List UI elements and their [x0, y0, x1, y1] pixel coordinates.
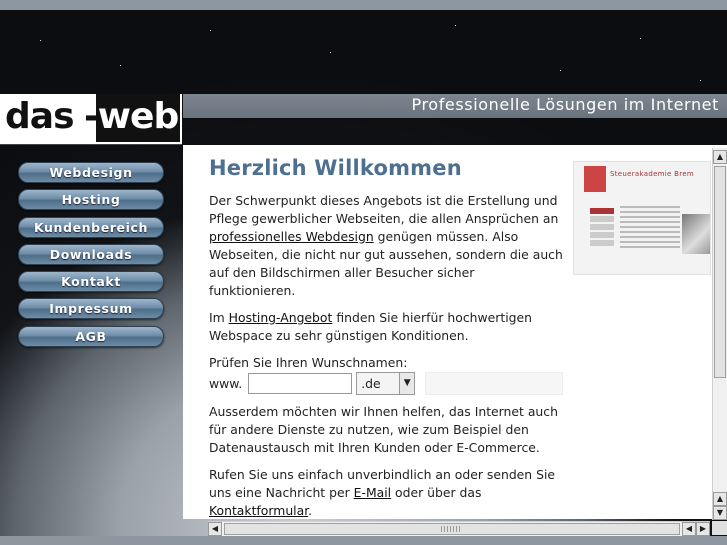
- horizontal-scrollbar[interactable]: ◀ ◀ ▶: [208, 521, 710, 536]
- scroll-grip-icon: [441, 526, 461, 532]
- nav-impressum-button[interactable]: Impressum: [18, 298, 164, 320]
- logo-web-text: web: [97, 96, 179, 137]
- scrollbar-corner: [712, 521, 727, 535]
- main-navigation: Webdesign Hosting Kundenbereich Download…: [18, 162, 164, 353]
- main-content: Herzlich Willkommen Der Schwerpunkt dies…: [209, 156, 564, 529]
- bottom-border: [0, 536, 727, 545]
- email-link[interactable]: E-Mail: [354, 485, 391, 500]
- header-band: Professionelle Lösungen im Internet: [183, 94, 727, 118]
- webdesign-link[interactable]: professionelles Webdesign: [209, 229, 374, 244]
- intro-text: Der Schwerpunkt dieses Angebots ist die …: [209, 193, 559, 226]
- thumbnail-nav: [590, 208, 614, 248]
- hosting-link[interactable]: Hosting-Angebot: [229, 310, 333, 325]
- thumbnail-logo: [584, 166, 606, 192]
- tld-selected-value: .de: [361, 376, 381, 391]
- vertical-scrollbar[interactable]: ▲ ▲ ▼: [712, 148, 727, 520]
- dropdown-arrow-icon: ▼: [399, 373, 415, 394]
- star: [210, 30, 211, 31]
- scroll-down-arrow-icon[interactable]: ▼: [713, 506, 727, 520]
- star: [120, 65, 121, 66]
- reference-thumbnail[interactable]: Steuerakademie Brem: [573, 161, 711, 275]
- nav-agb-button[interactable]: AGB: [18, 325, 164, 347]
- logo-dash-text: -: [84, 96, 99, 137]
- nav-kundenbereich-button[interactable]: Kundenbereich: [18, 216, 164, 238]
- contact-form-link[interactable]: Kontaktformular: [209, 503, 308, 518]
- star: [700, 80, 701, 81]
- vertical-scroll-thumb[interactable]: [714, 166, 726, 378]
- scroll-right-arrow-icon[interactable]: ▶: [696, 522, 710, 536]
- domain-check-label: Prüfen Sie Ihren Wunschnamen:: [209, 355, 408, 370]
- tld-select[interactable]: .de ▼: [356, 372, 416, 395]
- nav-webdesign-button[interactable]: Webdesign: [18, 162, 164, 183]
- scroll-up-arrow-icon[interactable]: ▲: [713, 150, 727, 164]
- top-border: [0, 0, 727, 10]
- services-paragraph: Ausserdem möchten wir Ihnen helfen, das …: [209, 404, 558, 455]
- nav-downloads-button[interactable]: Downloads: [18, 243, 164, 265]
- star: [560, 70, 561, 71]
- scroll-left-arrow-icon-right[interactable]: ◀: [682, 522, 696, 536]
- star: [330, 52, 331, 53]
- content-panel: Herzlich Willkommen Der Schwerpunkt dies…: [183, 145, 727, 519]
- domain-name-input[interactable]: [248, 373, 353, 394]
- horizontal-scroll-thumb[interactable]: [224, 523, 680, 535]
- site-logo[interactable]: das web -: [0, 94, 182, 145]
- domain-check-form: www. .de ▼: [209, 372, 564, 395]
- nav-hosting-button[interactable]: Hosting: [18, 189, 164, 211]
- www-prefix: www.: [209, 375, 243, 391]
- domain-check-submit[interactable]: [425, 372, 564, 395]
- scroll-left-arrow-icon[interactable]: ◀: [208, 522, 222, 536]
- thumbnail-text: [620, 206, 680, 251]
- contact-paragraph: Rufen Sie uns einfach unverbindlich an o…: [209, 466, 564, 520]
- tagline: Professionelle Lösungen im Internet: [411, 95, 719, 114]
- contact-text-mid: oder über das: [391, 485, 482, 500]
- logo-das-text: das: [5, 96, 74, 137]
- scroll-up-arrow-icon-bottom[interactable]: ▲: [713, 492, 727, 506]
- page-title: Herzlich Willkommen: [209, 156, 462, 180]
- star: [640, 38, 641, 39]
- thumbnail-image: [682, 214, 710, 254]
- contact-text-end: .: [308, 503, 313, 518]
- hosting-text: Im: [209, 310, 229, 325]
- intro-paragraph: Der Schwerpunkt dieses Angebots ist die …: [209, 192, 564, 300]
- thumbnail-title: Steuerakademie Brem: [610, 170, 695, 178]
- hosting-paragraph: Im Hosting-Angebot finden Sie hierfür ho…: [209, 309, 564, 345]
- logo-web-box: web: [96, 94, 180, 142]
- star: [455, 25, 456, 26]
- nav-kontakt-button[interactable]: Kontakt: [18, 271, 164, 293]
- star: [40, 40, 41, 41]
